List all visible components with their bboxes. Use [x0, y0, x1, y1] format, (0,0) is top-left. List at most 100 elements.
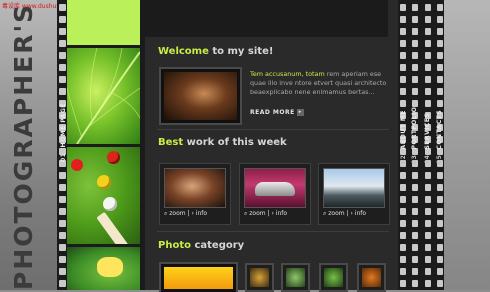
sprocket-hole [412, 220, 418, 227]
info-button[interactable]: › info [271, 210, 287, 217]
sprocket-hole [412, 244, 418, 251]
sprocket-hole [412, 28, 418, 35]
sprocket-hole [400, 244, 406, 251]
category-thumb[interactable] [245, 263, 274, 292]
sprocket-hole [412, 196, 418, 203]
sprocket-hole [412, 16, 418, 23]
welcome-text: Tem accusanum, totam rem aperiam ese qua… [250, 70, 390, 98]
sprocket-hole [425, 196, 431, 203]
sprocket-hole [437, 76, 443, 83]
sprocket-hole [59, 268, 66, 275]
sprocket-hole [437, 16, 443, 23]
section-divider [157, 231, 389, 232]
category-thumb[interactable] [357, 263, 386, 292]
portfolio-nav-label: PORTFOLIO [411, 106, 418, 150]
category-thumb[interactable] [281, 263, 310, 292]
sprocket-hole [400, 76, 406, 83]
sprocket-hole [425, 244, 431, 251]
welcome-heading-rest: to my site! [208, 46, 274, 57]
work-image-car[interactable] [244, 168, 306, 208]
sprocket-hole [437, 196, 443, 203]
category-thumb-image [250, 268, 269, 287]
red-ball-2 [107, 151, 120, 164]
sprocket-hole [437, 280, 443, 287]
sprocket-hole [59, 28, 66, 35]
sprocket-hole [400, 256, 406, 263]
zoom-button[interactable]: ⌕ zoom [323, 210, 345, 218]
sprocket-hole [425, 220, 431, 227]
work-card: ⌕ zoom | › info [239, 163, 311, 225]
car-shape [255, 182, 295, 196]
home-nav-text[interactable]: 01 HOME PAGE [60, 103, 67, 162]
category-thumb-image [324, 268, 343, 287]
sprocket-hole [437, 64, 443, 71]
nav-item-contacts[interactable]: 05 CONTACTS [436, 110, 443, 164]
info-label: info [275, 210, 288, 217]
sprocket-hole [59, 184, 66, 191]
info-label: info [195, 210, 208, 217]
sprocket-hole [425, 256, 431, 263]
sprocket-hole [412, 76, 418, 83]
sprocket-hole [425, 208, 431, 215]
red-ball [71, 159, 83, 171]
about-nav-number: 02 [400, 154, 407, 164]
zoom-button[interactable]: ⌕ zoom [164, 210, 186, 218]
sprocket-hole [59, 4, 66, 11]
cue-stick [96, 211, 140, 244]
header-bar [145, 0, 388, 37]
work-card: ⌕ zoom | › info [159, 163, 231, 225]
sprocket-hole [412, 4, 418, 11]
sprocket-hole [437, 220, 443, 227]
zoom-label: zoom [169, 210, 186, 217]
sprocket-hole [59, 172, 66, 179]
category-thumb[interactable] [319, 263, 348, 292]
portfolio-nav-number: 03 [411, 154, 418, 164]
welcome-portrait-thumb[interactable] [159, 67, 242, 125]
sprocket-hole [400, 232, 406, 239]
sprocket-hole [425, 268, 431, 275]
sprocket-hole [400, 16, 406, 23]
sprocket-hole [412, 268, 418, 275]
sprocket-hole [59, 208, 66, 215]
film-frame-lime [67, 0, 140, 45]
sprocket-hole [59, 16, 66, 23]
nav-item-about[interactable]: 02 ABOUT ME [400, 110, 407, 164]
work-image-portrait[interactable] [164, 168, 226, 208]
sprocket-hole [437, 208, 443, 215]
sprocket-hole [59, 220, 66, 227]
info-button[interactable]: › info [191, 210, 207, 217]
category-feature-thumb[interactable] [159, 262, 238, 292]
sprocket-hole [425, 4, 431, 11]
sprocket-hole [400, 52, 406, 59]
sprocket-hole [425, 64, 431, 71]
work-card-actions: ⌕ zoom | › info [244, 210, 288, 218]
sprocket-hole [425, 28, 431, 35]
sprocket-hole [412, 40, 418, 47]
zoom-label: zoom [328, 210, 345, 217]
home-nav-label: HOME PAGE [60, 103, 67, 148]
category-feature-image [164, 267, 233, 289]
read-more-link[interactable]: READ MORE ▸ [250, 109, 304, 116]
leaf-image [67, 48, 140, 144]
zoom-button[interactable]: ⌕ zoom [244, 210, 266, 218]
sprocket-hole [425, 88, 431, 95]
best-work-heading: Best work of this week [158, 137, 287, 148]
sprocket-hole [412, 52, 418, 59]
sprocket-hole [437, 244, 443, 251]
sprocket-hole [412, 232, 418, 239]
contacts-nav-number: 05 [436, 154, 443, 164]
sprocket-hole [400, 172, 406, 179]
best-work-heading-accent: Best [158, 137, 184, 148]
zoom-label: zoom [249, 210, 266, 217]
nav-item-services[interactable]: 04 SERVICES [424, 113, 431, 164]
sprocket-hole [425, 16, 431, 23]
nav-item-portfolio[interactable]: 03 PORTFOLIO [411, 107, 418, 164]
sprocket-hole [437, 100, 443, 107]
film-frame-billiards [67, 147, 140, 244]
sprocket-hole [412, 184, 418, 191]
sprocket-hole [59, 244, 66, 251]
info-button[interactable]: › info [350, 210, 366, 217]
sprocket-hole [437, 232, 443, 239]
work-image-waterfall[interactable] [323, 168, 385, 208]
work-card-actions: ⌕ zoom | › info [164, 210, 208, 218]
